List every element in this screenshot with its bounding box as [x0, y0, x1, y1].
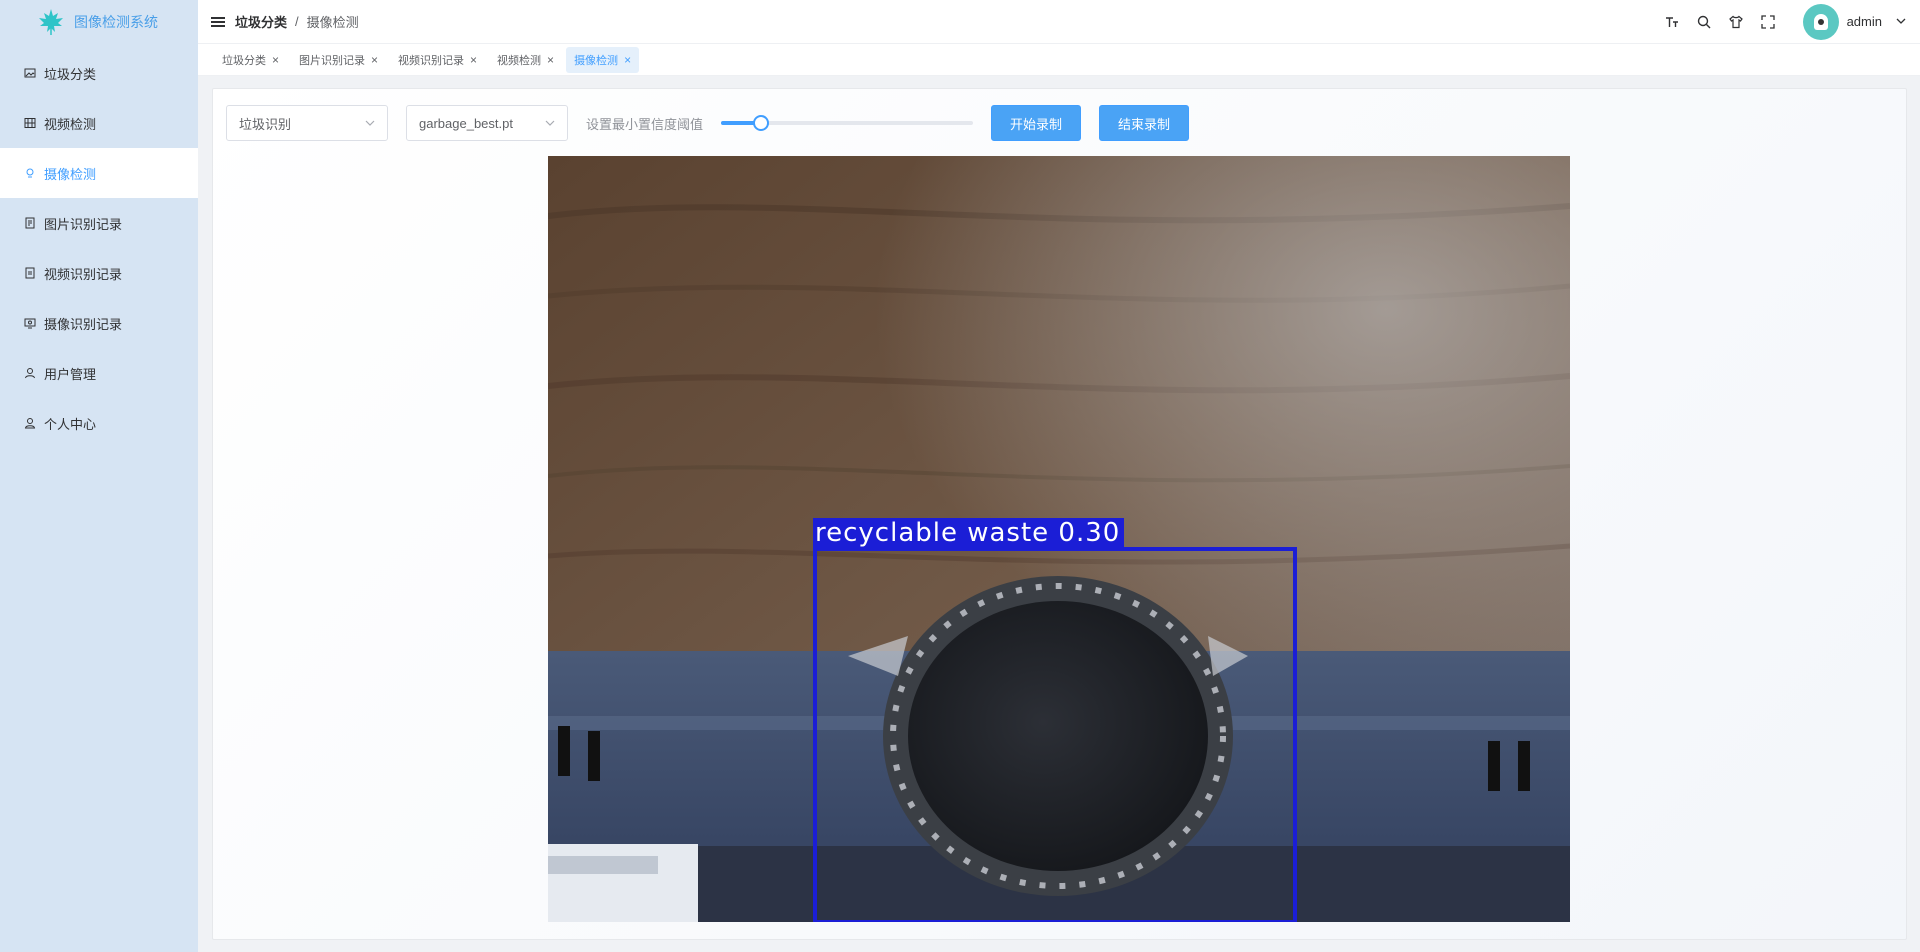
search-icon[interactable]: [1695, 13, 1713, 31]
sidebar-item-camera-records[interactable]: 摄像识别记录: [0, 298, 198, 348]
chevron-down-icon: [545, 116, 555, 131]
task-select[interactable]: 垃圾识别: [226, 105, 388, 141]
sidebar-item-user-management[interactable]: 用户管理: [0, 348, 198, 398]
detection-bounding-box: [813, 547, 1297, 922]
image-icon: [24, 67, 36, 79]
avatar[interactable]: [1802, 3, 1839, 40]
app-title: 图像检测系统: [74, 14, 158, 30]
font-size-icon[interactable]: [1663, 13, 1681, 31]
film-icon: [24, 117, 36, 129]
tags-view: 垃圾分类 × 图片识别记录 × 视频识别记录 × 视频检测 × 摄像检测 ×: [198, 44, 1920, 76]
close-icon[interactable]: ×: [624, 54, 631, 66]
camera-feed: recyclable waste 0.30: [548, 156, 1570, 922]
chevron-down-icon[interactable]: [1896, 14, 1906, 29]
chevron-down-icon: [365, 116, 375, 131]
breadcrumb-item[interactable]: 垃圾分类: [235, 12, 287, 31]
tab-image-records[interactable]: 图片识别记录 ×: [291, 47, 386, 73]
model-select[interactable]: garbage_best.pt: [406, 105, 568, 141]
threshold-label: 设置最小置信度阈值: [586, 116, 704, 132]
toolbar: 垃圾识别 garbage_best.pt 设置最小置信度阈值 开始录制 结束录制: [226, 105, 1190, 141]
sidebar: 图像检测系统 垃圾分类 视频检测 摄像检测 图片识别记录 视频识别记录 摄像识别…: [0, 0, 198, 952]
close-icon[interactable]: ×: [470, 54, 477, 66]
task-select-value: 垃圾识别: [239, 116, 292, 132]
close-icon[interactable]: ×: [272, 54, 279, 66]
sidebar-item-video-detect[interactable]: 视频检测: [0, 98, 198, 148]
tab-video-records[interactable]: 视频识别记录 ×: [390, 47, 485, 73]
camera-icon: [24, 167, 36, 179]
tab-label: 视频识别记录: [398, 54, 465, 67]
camera-detect-panel: 垃圾识别 garbage_best.pt 设置最小置信度阈值 开始录制 结束录制: [212, 88, 1907, 940]
logo[interactable]: 图像检测系统: [0, 0, 198, 44]
user-icon: [24, 367, 36, 379]
sidebar-item-label: 用户管理: [44, 366, 97, 382]
sidebar-item-label: 摄像识别记录: [44, 316, 123, 332]
username[interactable]: admin: [1847, 14, 1882, 29]
sidebar-item-profile[interactable]: 个人中心: [0, 398, 198, 448]
breadcrumb-item: 摄像检测: [306, 15, 359, 30]
sidebar-item-label: 图片识别记录: [44, 216, 123, 232]
fullscreen-icon[interactable]: [1759, 13, 1777, 31]
document-icon: [24, 267, 36, 279]
sidebar-item-garbage-classify[interactable]: 垃圾分类: [0, 48, 198, 98]
tab-camera-detect[interactable]: 摄像检测 ×: [566, 46, 640, 73]
sidebar-item-video-records[interactable]: 视频识别记录: [0, 248, 198, 298]
close-icon[interactable]: ×: [371, 54, 378, 66]
model-select-value: garbage_best.pt: [419, 115, 513, 131]
user-icon: [24, 417, 36, 429]
maple-leaf-logo-icon: [36, 7, 66, 37]
breadcrumb-separator: /: [295, 14, 299, 29]
sidebar-item-label: 摄像检测: [44, 166, 97, 182]
stop-recording-button[interactable]: 结束录制: [1099, 105, 1190, 141]
tab-label: 图片识别记录: [299, 54, 366, 67]
sidebar-item-label: 视频识别记录: [44, 266, 123, 282]
sidebar-menu: 垃圾分类 视频检测 摄像检测 图片识别记录 视频识别记录 摄像识别记录 用户管理: [0, 48, 198, 448]
tab-video-detect[interactable]: 视频检测 ×: [489, 47, 562, 73]
tab-label: 视频检测: [497, 54, 542, 67]
start-recording-button[interactable]: 开始录制: [991, 105, 1082, 141]
tab-garbage-classify[interactable]: 垃圾分类 ×: [214, 47, 287, 73]
sidebar-item-image-records[interactable]: 图片识别记录: [0, 198, 198, 248]
detection-label: recyclable waste 0.30: [813, 518, 1125, 548]
sidebar-item-label: 垃圾分类: [44, 66, 97, 82]
threshold-slider[interactable]: [721, 113, 974, 133]
header-actions: admin: [1663, 3, 1920, 40]
sidebar-item-camera-detect[interactable]: 摄像检测: [0, 148, 198, 198]
monitor-icon: [24, 317, 36, 329]
top-header: 垃圾分类 / 摄像检测 admin: [198, 0, 1920, 44]
breadcrumb: 垃圾分类 / 摄像检测: [235, 12, 359, 31]
tab-label: 垃圾分类: [222, 54, 266, 67]
close-icon[interactable]: ×: [547, 54, 554, 66]
slider-handle[interactable]: [753, 115, 770, 131]
sidebar-item-label: 视频检测: [44, 116, 97, 132]
tab-label: 摄像检测: [574, 54, 619, 67]
document-icon: [24, 217, 36, 229]
theme-shirt-icon[interactable]: [1727, 13, 1745, 31]
menu-toggle-icon[interactable]: [211, 15, 225, 29]
sidebar-item-label: 个人中心: [44, 416, 97, 432]
